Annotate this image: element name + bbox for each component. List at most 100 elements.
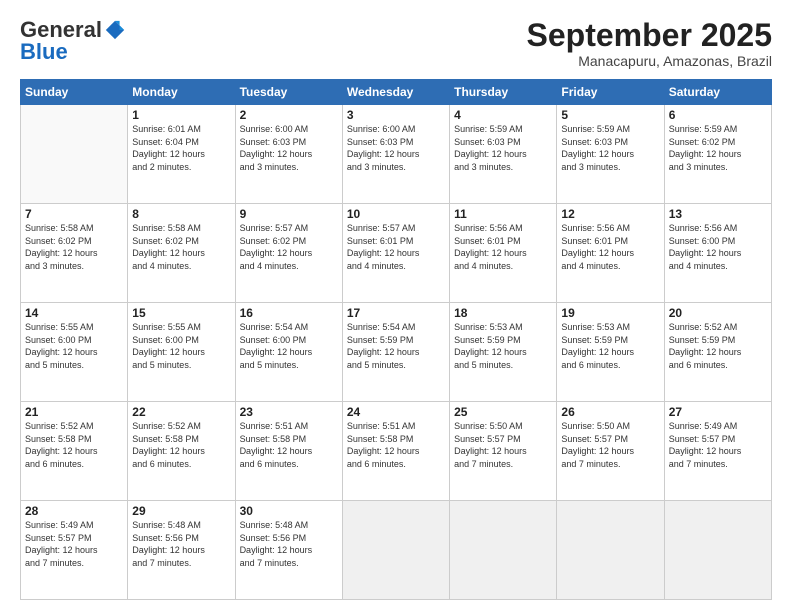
col-tuesday: Tuesday	[235, 80, 342, 105]
col-friday: Friday	[557, 80, 664, 105]
day-info: Sunrise: 5:56 AM Sunset: 6:01 PM Dayligh…	[561, 222, 659, 272]
table-row: 10Sunrise: 5:57 AM Sunset: 6:01 PM Dayli…	[342, 204, 449, 303]
table-row: 6Sunrise: 5:59 AM Sunset: 6:02 PM Daylig…	[664, 105, 771, 204]
col-monday: Monday	[128, 80, 235, 105]
col-thursday: Thursday	[450, 80, 557, 105]
day-info: Sunrise: 6:00 AM Sunset: 6:03 PM Dayligh…	[347, 123, 445, 173]
day-number: 7	[25, 207, 123, 221]
day-info: Sunrise: 5:58 AM Sunset: 6:02 PM Dayligh…	[25, 222, 123, 272]
day-number: 15	[132, 306, 230, 320]
table-row: 21Sunrise: 5:52 AM Sunset: 5:58 PM Dayli…	[21, 402, 128, 501]
table-row	[450, 501, 557, 600]
table-row	[664, 501, 771, 600]
day-number: 29	[132, 504, 230, 518]
day-info: Sunrise: 5:48 AM Sunset: 5:56 PM Dayligh…	[132, 519, 230, 569]
day-number: 21	[25, 405, 123, 419]
table-row: 29Sunrise: 5:48 AM Sunset: 5:56 PM Dayli…	[128, 501, 235, 600]
day-info: Sunrise: 5:55 AM Sunset: 6:00 PM Dayligh…	[132, 321, 230, 371]
day-number: 11	[454, 207, 552, 221]
logo-blue-text: Blue	[20, 40, 68, 64]
table-row: 7Sunrise: 5:58 AM Sunset: 6:02 PM Daylig…	[21, 204, 128, 303]
table-row: 11Sunrise: 5:56 AM Sunset: 6:01 PM Dayli…	[450, 204, 557, 303]
table-row: 22Sunrise: 5:52 AM Sunset: 5:58 PM Dayli…	[128, 402, 235, 501]
day-info: Sunrise: 5:59 AM Sunset: 6:03 PM Dayligh…	[454, 123, 552, 173]
table-row	[342, 501, 449, 600]
day-number: 23	[240, 405, 338, 419]
day-info: Sunrise: 5:50 AM Sunset: 5:57 PM Dayligh…	[561, 420, 659, 470]
table-row: 23Sunrise: 5:51 AM Sunset: 5:58 PM Dayli…	[235, 402, 342, 501]
day-info: Sunrise: 5:59 AM Sunset: 6:02 PM Dayligh…	[669, 123, 767, 173]
logo: General Blue	[20, 18, 126, 64]
day-number: 28	[25, 504, 123, 518]
table-row: 19Sunrise: 5:53 AM Sunset: 5:59 PM Dayli…	[557, 303, 664, 402]
day-info: Sunrise: 5:51 AM Sunset: 5:58 PM Dayligh…	[240, 420, 338, 470]
table-row: 24Sunrise: 5:51 AM Sunset: 5:58 PM Dayli…	[342, 402, 449, 501]
table-row: 1Sunrise: 6:01 AM Sunset: 6:04 PM Daylig…	[128, 105, 235, 204]
day-number: 22	[132, 405, 230, 419]
day-info: Sunrise: 5:49 AM Sunset: 5:57 PM Dayligh…	[669, 420, 767, 470]
day-info: Sunrise: 5:54 AM Sunset: 6:00 PM Dayligh…	[240, 321, 338, 371]
table-row: 13Sunrise: 5:56 AM Sunset: 6:00 PM Dayli…	[664, 204, 771, 303]
table-row: 28Sunrise: 5:49 AM Sunset: 5:57 PM Dayli…	[21, 501, 128, 600]
col-sunday: Sunday	[21, 80, 128, 105]
day-info: Sunrise: 5:56 AM Sunset: 6:00 PM Dayligh…	[669, 222, 767, 272]
table-row	[557, 501, 664, 600]
day-info: Sunrise: 6:01 AM Sunset: 6:04 PM Dayligh…	[132, 123, 230, 173]
day-number: 5	[561, 108, 659, 122]
table-row: 16Sunrise: 5:54 AM Sunset: 6:00 PM Dayli…	[235, 303, 342, 402]
col-saturday: Saturday	[664, 80, 771, 105]
day-number: 3	[347, 108, 445, 122]
day-number: 16	[240, 306, 338, 320]
day-info: Sunrise: 5:56 AM Sunset: 6:01 PM Dayligh…	[454, 222, 552, 272]
calendar-week-row: 28Sunrise: 5:49 AM Sunset: 5:57 PM Dayli…	[21, 501, 772, 600]
day-number: 10	[347, 207, 445, 221]
logo-icon	[104, 19, 126, 41]
day-number: 17	[347, 306, 445, 320]
day-number: 1	[132, 108, 230, 122]
table-row: 14Sunrise: 5:55 AM Sunset: 6:00 PM Dayli…	[21, 303, 128, 402]
day-number: 9	[240, 207, 338, 221]
title-section: September 2025 Manacapuru, Amazonas, Bra…	[527, 18, 772, 69]
day-number: 24	[347, 405, 445, 419]
calendar-week-row: 1Sunrise: 6:01 AM Sunset: 6:04 PM Daylig…	[21, 105, 772, 204]
day-number: 12	[561, 207, 659, 221]
table-row: 3Sunrise: 6:00 AM Sunset: 6:03 PM Daylig…	[342, 105, 449, 204]
day-number: 4	[454, 108, 552, 122]
day-info: Sunrise: 5:52 AM Sunset: 5:58 PM Dayligh…	[132, 420, 230, 470]
table-row: 18Sunrise: 5:53 AM Sunset: 5:59 PM Dayli…	[450, 303, 557, 402]
table-row: 5Sunrise: 5:59 AM Sunset: 6:03 PM Daylig…	[557, 105, 664, 204]
day-number: 30	[240, 504, 338, 518]
day-number: 2	[240, 108, 338, 122]
day-info: Sunrise: 5:48 AM Sunset: 5:56 PM Dayligh…	[240, 519, 338, 569]
day-info: Sunrise: 6:00 AM Sunset: 6:03 PM Dayligh…	[240, 123, 338, 173]
calendar-header-row: Sunday Monday Tuesday Wednesday Thursday…	[21, 80, 772, 105]
calendar-week-row: 21Sunrise: 5:52 AM Sunset: 5:58 PM Dayli…	[21, 402, 772, 501]
day-number: 25	[454, 405, 552, 419]
header: General Blue September 2025 Manacapuru, …	[20, 18, 772, 69]
table-row: 9Sunrise: 5:57 AM Sunset: 6:02 PM Daylig…	[235, 204, 342, 303]
table-row: 2Sunrise: 6:00 AM Sunset: 6:03 PM Daylig…	[235, 105, 342, 204]
day-number: 6	[669, 108, 767, 122]
day-info: Sunrise: 5:59 AM Sunset: 6:03 PM Dayligh…	[561, 123, 659, 173]
table-row: 25Sunrise: 5:50 AM Sunset: 5:57 PM Dayli…	[450, 402, 557, 501]
day-info: Sunrise: 5:54 AM Sunset: 5:59 PM Dayligh…	[347, 321, 445, 371]
calendar-table: Sunday Monday Tuesday Wednesday Thursday…	[20, 79, 772, 600]
month-title: September 2025	[527, 18, 772, 53]
table-row: 17Sunrise: 5:54 AM Sunset: 5:59 PM Dayli…	[342, 303, 449, 402]
day-info: Sunrise: 5:52 AM Sunset: 5:58 PM Dayligh…	[25, 420, 123, 470]
table-row: 20Sunrise: 5:52 AM Sunset: 5:59 PM Dayli…	[664, 303, 771, 402]
day-info: Sunrise: 5:52 AM Sunset: 5:59 PM Dayligh…	[669, 321, 767, 371]
table-row: 27Sunrise: 5:49 AM Sunset: 5:57 PM Dayli…	[664, 402, 771, 501]
table-row: 26Sunrise: 5:50 AM Sunset: 5:57 PM Dayli…	[557, 402, 664, 501]
day-info: Sunrise: 5:51 AM Sunset: 5:58 PM Dayligh…	[347, 420, 445, 470]
day-info: Sunrise: 5:50 AM Sunset: 5:57 PM Dayligh…	[454, 420, 552, 470]
day-number: 27	[669, 405, 767, 419]
day-info: Sunrise: 5:58 AM Sunset: 6:02 PM Dayligh…	[132, 222, 230, 272]
day-number: 26	[561, 405, 659, 419]
table-row	[21, 105, 128, 204]
day-info: Sunrise: 5:53 AM Sunset: 5:59 PM Dayligh…	[561, 321, 659, 371]
day-info: Sunrise: 5:55 AM Sunset: 6:00 PM Dayligh…	[25, 321, 123, 371]
day-info: Sunrise: 5:49 AM Sunset: 5:57 PM Dayligh…	[25, 519, 123, 569]
day-number: 8	[132, 207, 230, 221]
table-row: 30Sunrise: 5:48 AM Sunset: 5:56 PM Dayli…	[235, 501, 342, 600]
